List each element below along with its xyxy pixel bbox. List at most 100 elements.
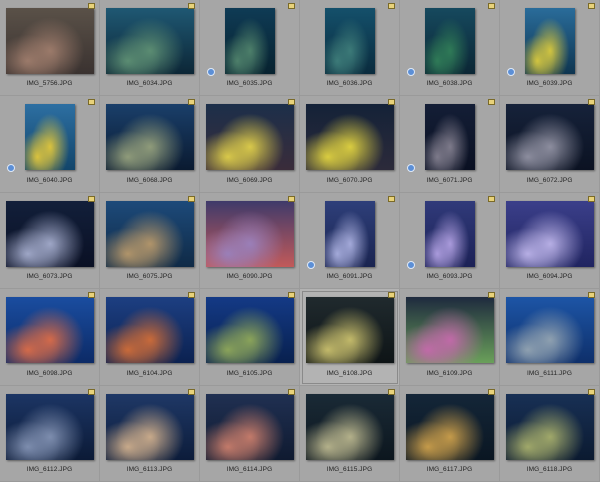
thumbnail-cell[interactable]: IMG_6114.JPG (200, 385, 300, 482)
photo-thumbnail[interactable] (205, 200, 294, 267)
thumbnail-cell[interactable]: IMG_6109.JPG (400, 289, 500, 386)
photo-thumbnail[interactable] (524, 8, 575, 74)
file-badge-icon (288, 3, 295, 9)
file-badge-icon (388, 99, 395, 106)
photo-thumbnail[interactable] (205, 104, 294, 171)
thumbnail-cell[interactable]: IMG_6038.JPG (400, 0, 500, 97)
file-badge-icon (188, 195, 195, 202)
photo-thumbnail[interactable] (224, 8, 275, 74)
file-badge-icon (88, 195, 95, 202)
photo-thumbnail[interactable] (5, 393, 94, 460)
filename-label: IMG_6111.JPG (526, 369, 573, 377)
thumbnail-cell[interactable]: IMG_6112.JPG (0, 385, 100, 482)
thumbnail-cell[interactable]: IMG_6113.JPG (100, 385, 200, 482)
file-badge-icon (88, 99, 95, 106)
photo-thumbnail[interactable] (424, 104, 475, 171)
photo-thumbnail[interactable] (5, 8, 94, 74)
file-badge-icon (88, 3, 95, 9)
rotate-icon[interactable] (407, 260, 415, 269)
filename-label: IMG_6098.JPG (26, 369, 73, 377)
file-badge-icon (488, 99, 495, 106)
file-badge-icon (388, 195, 395, 202)
photo-thumbnail[interactable] (105, 393, 194, 460)
filename-label: IMG_6071.JPG (426, 176, 473, 184)
filename-label: IMG_6035.JPG (226, 80, 273, 88)
file-badge-icon (88, 388, 95, 395)
thumbnail-cell[interactable]: IMG_6072.JPG (500, 96, 600, 193)
filename-label: IMG_6068.JPG (126, 176, 173, 184)
thumbnail-cell[interactable]: IMG_6108.JPG (300, 289, 400, 386)
thumbnail-cell[interactable]: IMG_6068.JPG (100, 96, 200, 193)
rotate-icon[interactable] (407, 68, 415, 76)
photo-thumbnail[interactable] (505, 104, 594, 171)
thumbnail-cell[interactable]: IMG_6040.JPG (0, 96, 100, 193)
thumbnail-cell[interactable]: IMG_6071.JPG (400, 96, 500, 193)
file-badge-icon (188, 292, 195, 299)
file-badge-icon (488, 388, 495, 395)
photo-thumbnail[interactable] (505, 200, 594, 267)
thumbnail-cell[interactable]: IMG_6036.JPG (300, 0, 400, 97)
photo-thumbnail[interactable] (324, 8, 375, 74)
thumbnail-cell[interactable]: IMG_6075.JPG (100, 192, 200, 290)
photo-thumbnail[interactable] (305, 393, 394, 460)
photo-thumbnail[interactable] (205, 393, 294, 460)
photo-thumbnail[interactable] (405, 393, 494, 460)
filename-label: IMG_6070.JPG (326, 176, 373, 184)
thumbnail-grid: IMG_5756.JPG IMG_6034.JPG IMG_6035.JPG IMG_… (0, 0, 600, 482)
filename-label: IMG_6094.JPG (526, 273, 573, 281)
thumbnail-cell[interactable]: IMG_6070.JPG (300, 96, 400, 193)
rotate-icon[interactable] (7, 164, 15, 173)
photo-thumbnail[interactable] (305, 297, 394, 364)
thumbnail-cell[interactable]: IMG_6117.JPG (400, 385, 500, 482)
thumbnail-cell[interactable]: IMG_6090.JPG (200, 192, 300, 290)
thumbnail-cell[interactable]: IMG_6094.JPG (500, 192, 600, 290)
filename-label: IMG_6109.JPG (426, 369, 473, 377)
filename-label: IMG_6113.JPG (126, 465, 173, 473)
file-badge-icon (388, 388, 395, 395)
filename-label: IMG_6112.JPG (26, 465, 73, 473)
photo-thumbnail[interactable] (324, 200, 375, 267)
photo-thumbnail[interactable] (105, 104, 194, 171)
photo-thumbnail[interactable] (5, 200, 94, 267)
thumbnail-cell[interactable]: IMG_6034.JPG (100, 0, 200, 97)
photo-thumbnail[interactable] (424, 8, 475, 74)
photo-thumbnail[interactable] (105, 297, 194, 364)
photo-thumbnail[interactable] (505, 393, 594, 460)
photo-thumbnail[interactable] (5, 297, 94, 364)
filename-label: IMG_6036.JPG (326, 80, 373, 88)
photo-thumbnail[interactable] (424, 200, 475, 267)
file-badge-icon (588, 3, 595, 9)
rotate-icon[interactable] (507, 68, 515, 76)
file-badge-icon (588, 99, 595, 106)
thumbnail-cell[interactable]: IMG_6098.JPG (0, 289, 100, 386)
thumbnail-cell[interactable]: IMG_6104.JPG (100, 289, 200, 386)
photo-thumbnail[interactable] (105, 200, 194, 267)
file-badge-icon (288, 292, 295, 299)
photo-thumbnail[interactable] (24, 104, 75, 171)
thumbnail-cell[interactable]: IMG_6035.JPG (200, 0, 300, 97)
thumbnail-cell[interactable]: IMG_6093.JPG (400, 192, 500, 290)
thumbnail-cell[interactable]: IMG_6091.JPG (300, 192, 400, 290)
thumbnail-cell[interactable]: IMG_6111.JPG (500, 289, 600, 386)
thumbnail-cell[interactable]: IMG_6118.JPG (500, 385, 600, 482)
filename-label: IMG_6073.JPG (26, 273, 73, 281)
photo-thumbnail[interactable] (505, 297, 594, 364)
thumbnail-cell[interactable]: IMG_6105.JPG (200, 289, 300, 386)
file-badge-icon (588, 195, 595, 202)
photo-thumbnail[interactable] (105, 8, 194, 74)
thumbnail-cell[interactable]: IMG_6115.JPG (300, 385, 400, 482)
rotate-icon[interactable] (307, 260, 315, 269)
photo-thumbnail[interactable] (305, 104, 394, 171)
thumbnail-cell[interactable]: IMG_6073.JPG (0, 192, 100, 290)
thumbnail-cell[interactable]: IMG_5756.JPG (0, 0, 100, 97)
thumbnail-cell[interactable]: IMG_6069.JPG (200, 96, 300, 193)
filename-label: IMG_6093.JPG (426, 273, 473, 281)
filename-label: IMG_6104.JPG (126, 369, 173, 377)
thumbnail-cell[interactable]: IMG_6039.JPG (500, 0, 600, 97)
photo-thumbnail[interactable] (205, 297, 294, 364)
rotate-icon[interactable] (207, 68, 215, 76)
filename-label: IMG_6072.JPG (526, 176, 573, 184)
photo-thumbnail[interactable] (405, 297, 494, 364)
file-badge-icon (288, 99, 295, 106)
rotate-icon[interactable] (407, 164, 415, 173)
